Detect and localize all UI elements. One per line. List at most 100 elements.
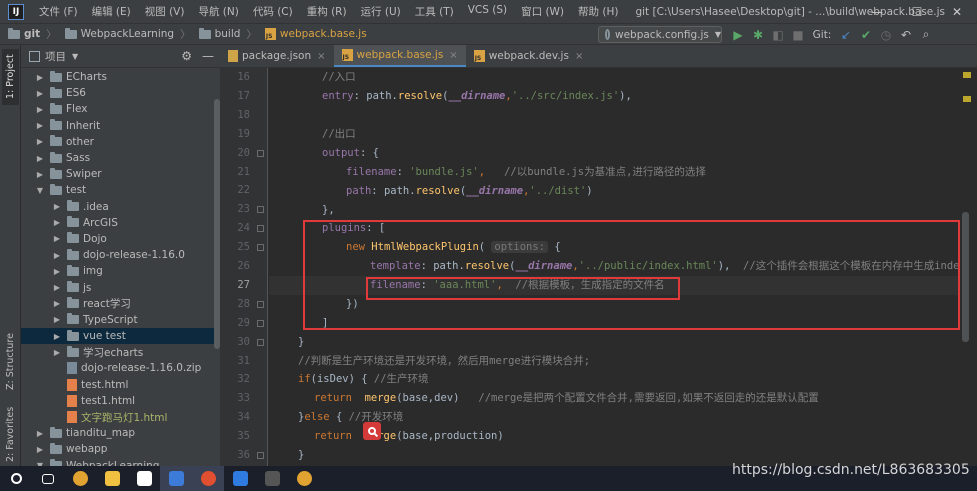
taskbar-terminal-icon[interactable] xyxy=(256,466,288,491)
structure-tool-tab[interactable]: Z: Structure xyxy=(2,327,19,397)
fold-marker-icon[interactable] xyxy=(257,319,264,327)
minimize-button[interactable]: — xyxy=(857,0,897,23)
tree-item[interactable]: ▶ ECharts xyxy=(21,69,220,85)
git-update-icon[interactable]: ↙ xyxy=(836,26,856,43)
tree-item[interactable]: ▶ ES6 xyxy=(21,85,220,101)
tree-item[interactable]: ▶ webapp xyxy=(21,441,220,457)
taskbar-intellij-icon[interactable] xyxy=(160,466,192,491)
breadcrumb-webpack-base[interactable]: webpack.base.js xyxy=(257,28,367,40)
taskbar-app-blue-icon[interactable] xyxy=(224,466,256,491)
menu-item-4[interactable]: 代码 (C) xyxy=(246,4,300,19)
collapsed-arrow-icon[interactable]: ▶ xyxy=(52,251,62,260)
tree-item[interactable]: 文字跑马灯1.html xyxy=(21,409,220,425)
close-tab-icon[interactable]: × xyxy=(575,51,583,62)
settings-gear-icon[interactable]: ⚙ xyxy=(181,49,192,63)
taskbar-calculator-icon[interactable] xyxy=(128,466,160,491)
collapsed-arrow-icon[interactable]: ▶ xyxy=(35,445,45,454)
fold-marker-icon[interactable] xyxy=(257,225,264,233)
tree-item[interactable]: dojo-release-1.16.0.zip xyxy=(21,360,220,376)
collapsed-arrow-icon[interactable]: ▶ xyxy=(52,283,62,292)
collapsed-arrow-icon[interactable]: ▶ xyxy=(35,154,45,163)
close-button[interactable]: ✕ xyxy=(937,0,977,23)
tree-item[interactable]: ▶ .idea xyxy=(21,199,220,215)
tree-item[interactable]: ▼ test xyxy=(21,182,220,198)
close-tab-icon[interactable]: × xyxy=(449,50,457,61)
collapsed-arrow-icon[interactable]: ▶ xyxy=(35,105,45,114)
editor-tab[interactable]: package.json × xyxy=(220,45,334,67)
collapsed-arrow-icon[interactable]: ▶ xyxy=(52,234,62,243)
collapsed-arrow-icon[interactable]: ▶ xyxy=(52,348,62,357)
run-configuration-select[interactable]: webpack.config.js ▼ xyxy=(598,26,722,43)
coverage-icon[interactable]: ◧ xyxy=(768,26,788,43)
search-icon[interactable] xyxy=(363,422,381,440)
tree-item[interactable]: ▶ ArcGIS xyxy=(21,215,220,231)
warning-mark[interactable] xyxy=(963,96,971,102)
menu-item-3[interactable]: 导航 (N) xyxy=(191,4,245,19)
tree-item[interactable]: ▶ img xyxy=(21,263,220,279)
fold-marker-icon[interactable] xyxy=(257,452,264,459)
menu-item-8[interactable]: VCS (S) xyxy=(461,4,514,19)
breadcrumb-webpacklearning[interactable]: WebpackLearning 〉 xyxy=(57,27,191,42)
collapsed-arrow-icon[interactable]: ▶ xyxy=(52,315,62,324)
collapsed-arrow-icon[interactable]: ▶ xyxy=(35,89,45,98)
warning-mark[interactable] xyxy=(963,72,971,78)
tree-item[interactable]: ▶ TypeScript xyxy=(21,312,220,328)
collapsed-arrow-icon[interactable]: ▶ xyxy=(52,267,62,276)
tree-item[interactable]: ▶ tianditu_map xyxy=(21,425,220,441)
search-icon[interactable]: ⌕ xyxy=(916,26,936,43)
stop-icon[interactable]: ■ xyxy=(788,26,808,43)
menu-item-2[interactable]: 视图 (V) xyxy=(138,4,192,19)
taskbar-task-view-icon[interactable] xyxy=(32,466,64,491)
tree-item[interactable]: ▶ Inherit xyxy=(21,118,220,134)
maximize-button[interactable]: ☐ xyxy=(897,0,937,23)
tree-item[interactable]: ▶ vue test xyxy=(21,328,220,345)
fold-marker-icon[interactable] xyxy=(257,244,264,252)
taskbar-chrome-icon[interactable] xyxy=(64,466,96,491)
editor-tab[interactable]: webpack.base.js × xyxy=(333,45,466,67)
tree-item[interactable]: ▶ react学习 xyxy=(21,296,220,312)
taskbar-chrome-3-icon[interactable] xyxy=(288,466,320,491)
close-tab-icon[interactable]: × xyxy=(317,51,325,62)
tree-item[interactable]: ▶ 学习echarts xyxy=(21,344,220,360)
taskbar-explorer-icon[interactable] xyxy=(96,466,128,491)
collapsed-arrow-icon[interactable]: ▶ xyxy=(52,299,62,308)
taskbar-search-icon[interactable] xyxy=(0,466,32,491)
collapsed-arrow-icon[interactable]: ▶ xyxy=(35,73,45,82)
tree-item[interactable]: test1.html xyxy=(21,393,220,409)
taskbar-chrome-2-icon[interactable] xyxy=(192,466,224,491)
tree-item[interactable]: ▶ dojo-release-1.16.0 xyxy=(21,247,220,263)
fold-marker-icon[interactable] xyxy=(257,206,264,214)
collapsed-arrow-icon[interactable]: ▶ xyxy=(35,121,45,130)
favorites-tool-tab[interactable]: 2: Favorites xyxy=(2,405,19,463)
expanded-arrow-icon[interactable]: ▼ xyxy=(35,186,45,195)
project-tool-tab[interactable]: 1: Project xyxy=(2,49,19,105)
menu-item-0[interactable]: 文件 (F) xyxy=(32,4,85,19)
chevron-down-icon[interactable]: ▼ xyxy=(72,52,78,61)
tree-item[interactable]: ▶ Sass xyxy=(21,150,220,166)
editor-scrollbar[interactable] xyxy=(962,212,969,342)
git-commit-icon[interactable]: ✔ xyxy=(856,26,876,43)
tree-item[interactable]: ▶ other xyxy=(21,134,220,150)
tree-item[interactable]: ▶ Flex xyxy=(21,101,220,117)
collapsed-arrow-icon[interactable]: ▶ xyxy=(52,218,62,227)
tree-item[interactable]: ▶ Swiper xyxy=(21,166,220,182)
git-rollback-icon[interactable]: ↶ xyxy=(896,26,916,43)
fold-marker-icon[interactable] xyxy=(257,338,264,346)
collapsed-arrow-icon[interactable]: ▶ xyxy=(35,170,45,179)
run-icon[interactable]: ▶ xyxy=(728,26,748,43)
menu-item-5[interactable]: 重构 (R) xyxy=(300,4,354,19)
tree-item[interactable]: ▶ Dojo xyxy=(21,231,220,247)
editor-tab[interactable]: webpack.dev.js × xyxy=(466,45,592,67)
tree-item[interactable]: ▶ js xyxy=(21,279,220,295)
collapsed-arrow-icon[interactable]: ▶ xyxy=(35,429,45,438)
git-history-icon[interactable]: ◷ xyxy=(876,26,896,43)
debug-icon[interactable]: ✱ xyxy=(748,26,768,43)
menu-item-6[interactable]: 运行 (U) xyxy=(354,4,408,19)
menu-item-1[interactable]: 编辑 (E) xyxy=(85,4,138,19)
collapsed-arrow-icon[interactable]: ▶ xyxy=(35,137,45,146)
project-panel-title[interactable]: 项目 xyxy=(45,49,66,64)
breadcrumb-git[interactable]: git 〉 xyxy=(0,27,57,42)
tree-item[interactable]: test.html xyxy=(21,377,220,393)
fold-marker-icon[interactable] xyxy=(257,300,264,308)
menu-item-9[interactable]: 窗口 (W) xyxy=(514,4,571,19)
